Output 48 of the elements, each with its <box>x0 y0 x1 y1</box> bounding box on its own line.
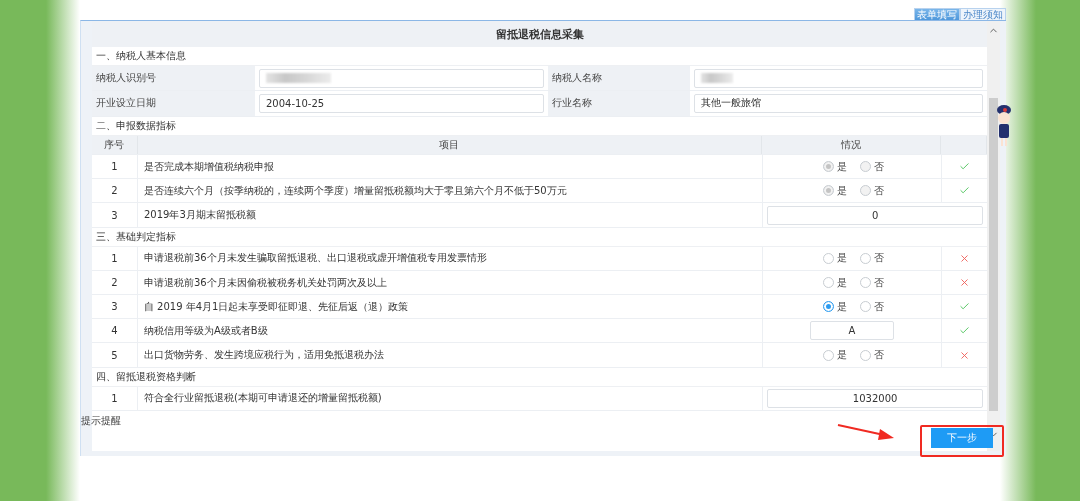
row-number: 5 <box>92 343 138 367</box>
field-label: 开业设立日期 <box>92 91 255 116</box>
radio-option[interactable]: 否 <box>856 251 884 266</box>
field-label: 行业名称 <box>548 91 690 116</box>
radio-option[interactable]: 否 <box>856 299 884 314</box>
mascot-figure <box>996 104 1012 148</box>
section-heading: 四、留抵退税资格判断 <box>92 367 987 387</box>
item-text: 符合全行业留抵退税(本期可申请退还的增量留抵税额) <box>137 386 764 411</box>
scrollbar[interactable] <box>987 21 1000 451</box>
tab[interactable]: 办理须知 <box>960 8 1006 20</box>
field-label: 纳税人名称 <box>548 66 690 91</box>
input-field[interactable]: A <box>809 321 894 341</box>
item-text: 是否完成本期增值税纳税申报 <box>137 155 763 179</box>
form-title: 留抵退税信息采集 <box>92 21 987 48</box>
item-text: 申请退税前36个月未因偷税被税务机关处罚两次及以上 <box>137 271 763 295</box>
item-text: 是否连续六个月（按季纳税的，连续两个季度）增量留抵税额均大于零且第六个月不低于50万元 <box>137 179 763 203</box>
radio-option[interactable]: 是 <box>819 348 847 362</box>
input-field[interactable] <box>694 68 983 88</box>
radio-option[interactable]: 是 <box>819 299 847 314</box>
item-text: 自 2019 年4月1日起未享受即征即退、先征后返（退）政策 <box>137 295 763 319</box>
row-number: 1 <box>92 155 138 179</box>
row-number: 3 <box>92 203 138 227</box>
input-field[interactable]: 1032000 <box>767 388 983 408</box>
input-field[interactable]: 其他一般旅馆 <box>694 94 983 113</box>
item-text: 申请退税前36个月未发生骗取留抵退税、出口退税或虚开增值税专用发票情形 <box>137 246 763 271</box>
row-number: 2 <box>92 271 138 295</box>
input-field[interactable]: 0 <box>767 205 983 225</box>
radio-option[interactable]: 否 <box>856 275 884 290</box>
row-number: 2 <box>92 179 138 203</box>
pointer-arrow <box>836 423 896 441</box>
row-number: 4 <box>92 319 138 343</box>
field-label: 纳税人识别号 <box>92 66 255 91</box>
radio-option[interactable]: 是 <box>819 251 847 266</box>
section-heading: 二、申报数据指标 <box>92 116 987 136</box>
item-text: 纳税信用等级为A级或者B级 <box>137 319 763 343</box>
blurred-value-icon <box>266 73 331 84</box>
radio-option[interactable]: 是 <box>819 275 847 290</box>
row-number: 3 <box>92 295 138 319</box>
input-field[interactable] <box>259 68 544 88</box>
blurred-value-icon <box>701 73 733 84</box>
section-heading: 三、基础判定指标 <box>92 227 987 247</box>
radio-option[interactable]: 否 <box>856 348 884 362</box>
row-number: 1 <box>92 386 138 411</box>
hint-text: 提示提醒 <box>81 414 122 429</box>
item-text: 出口货物劳务、发生跨境应税行为，适用免抵退税办法 <box>137 343 763 367</box>
input-field[interactable]: 2004-10-25 <box>259 94 544 113</box>
row-number: 1 <box>92 246 138 271</box>
item-text: 2019年3月期末留抵税额 <box>137 203 764 227</box>
